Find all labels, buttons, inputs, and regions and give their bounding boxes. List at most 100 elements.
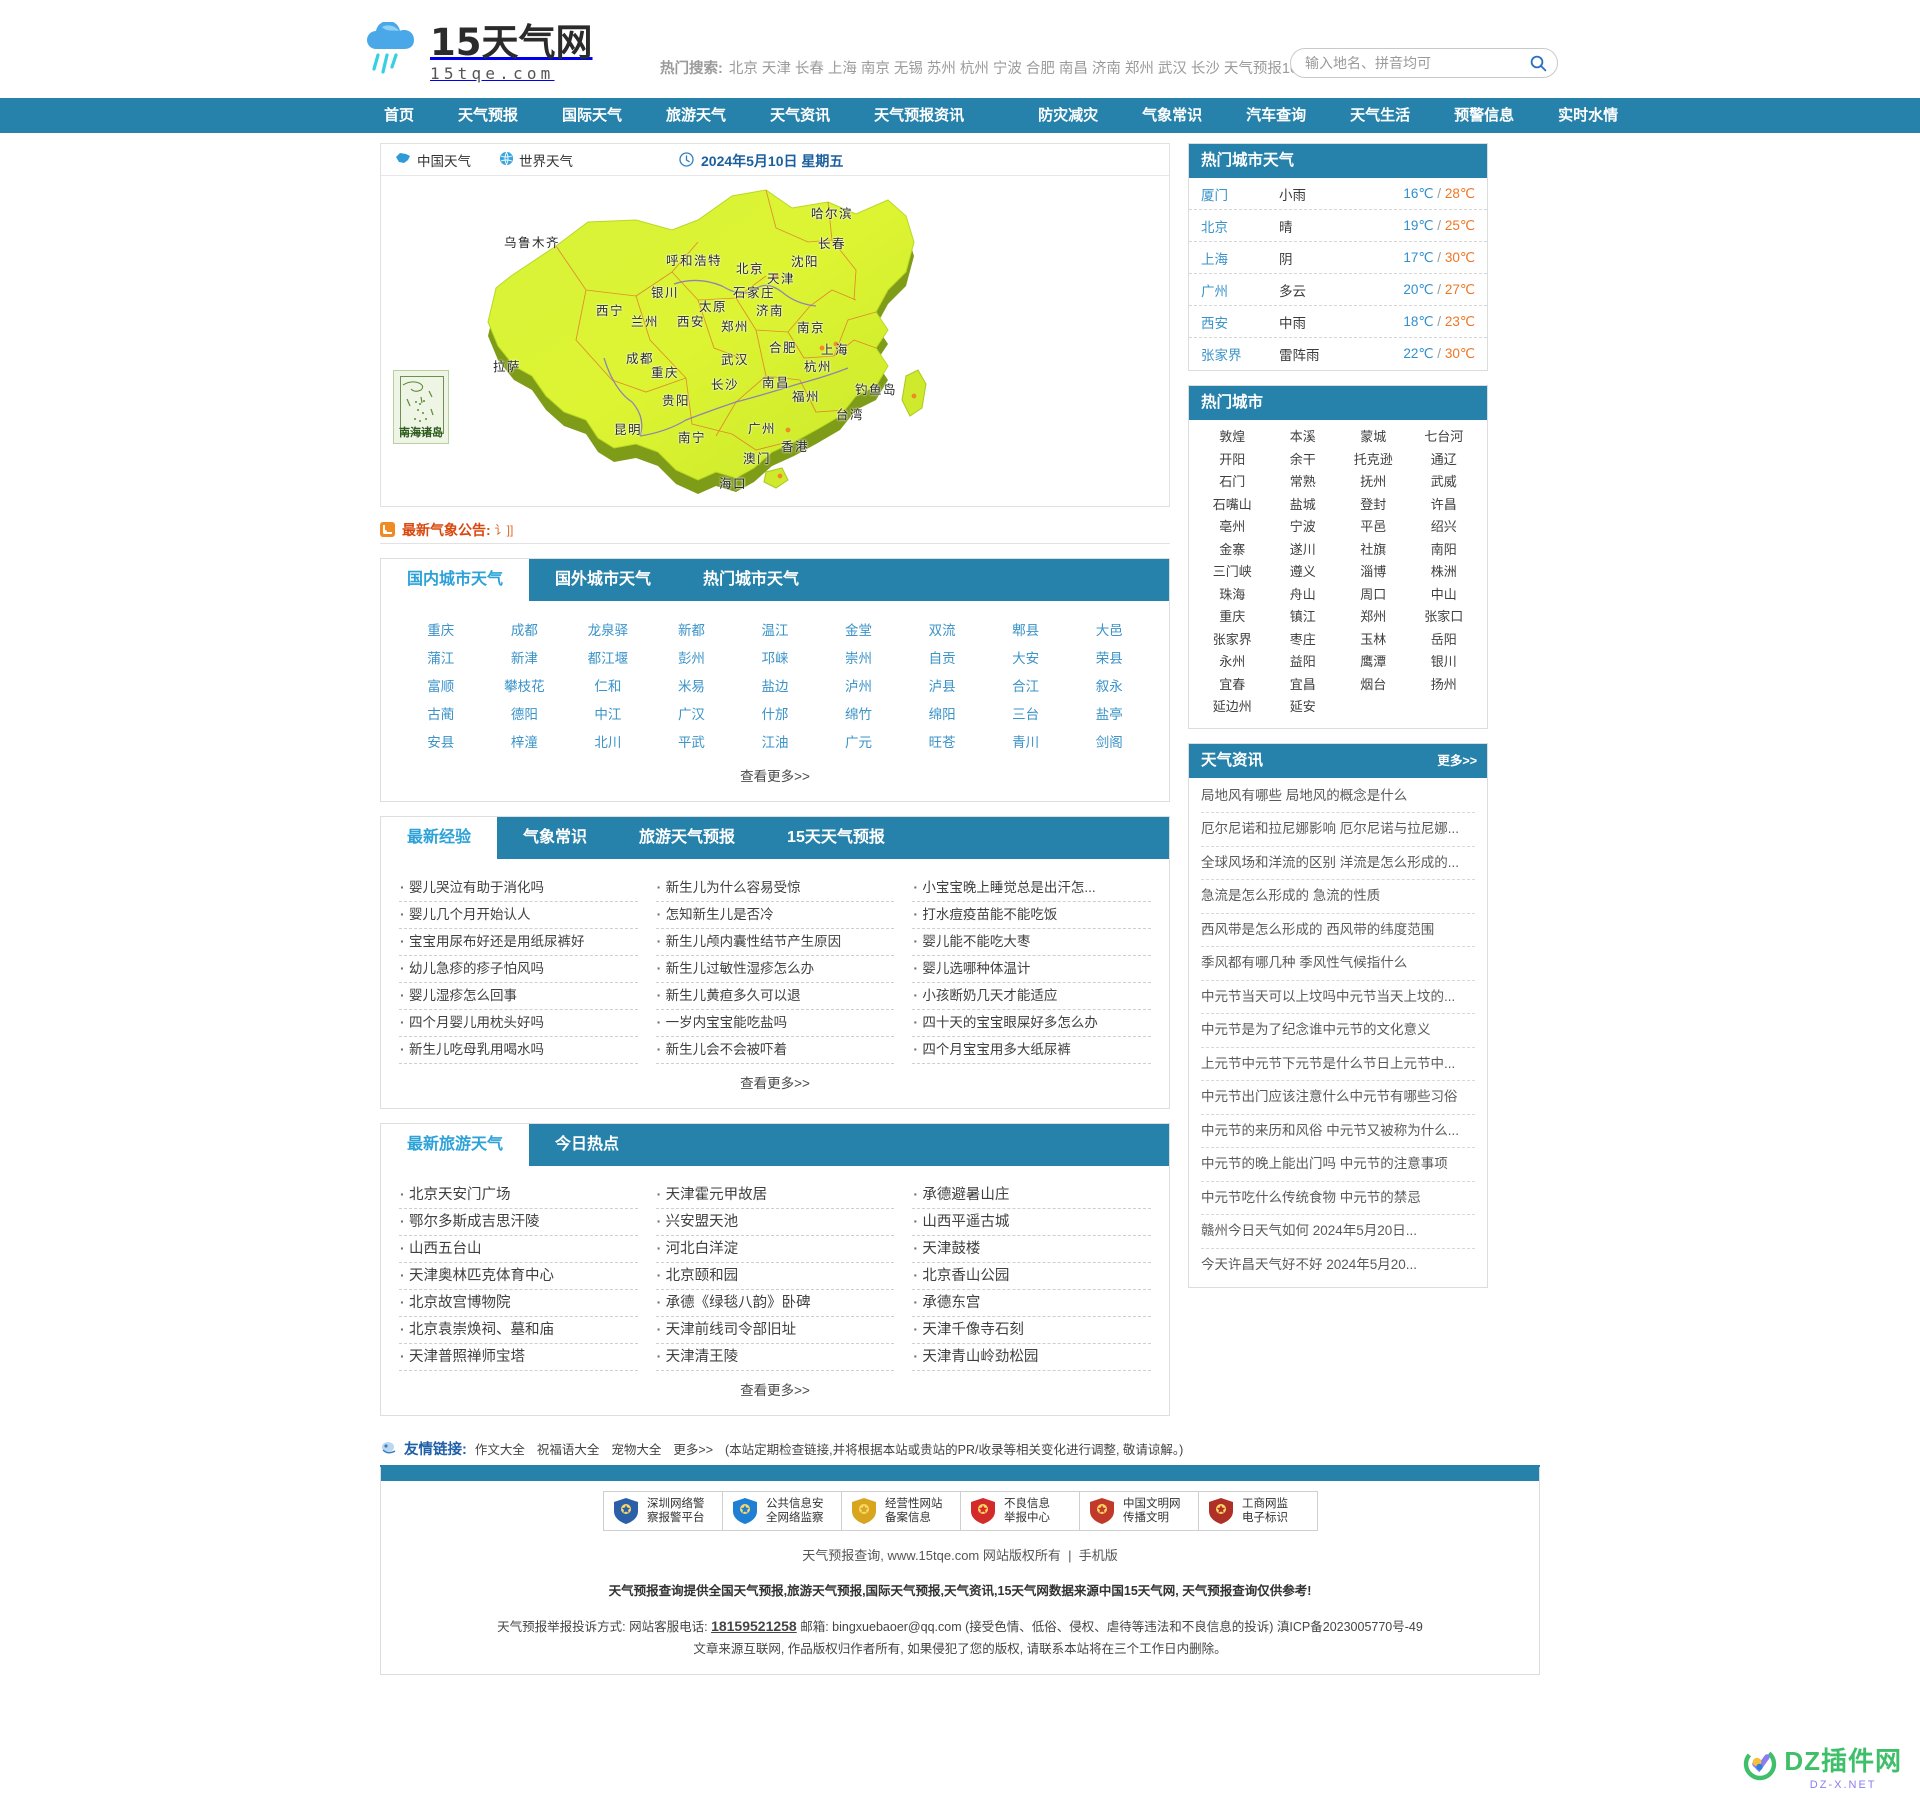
map-city-label[interactable]: 银川 [651,282,679,301]
experience-item[interactable]: 婴儿选哪种体温计 [912,956,1151,983]
travel-item[interactable]: 承德《绿毯八韵》卧碑 [655,1290,895,1317]
city-link[interactable]: 仁和 [566,673,650,701]
map-city-label[interactable]: 南昌 [762,372,790,391]
friend-link[interactable]: 作文大全 [475,1443,525,1457]
weather-news-item[interactable]: 中元节当天可以上坟吗中元节当天上坟的... [1201,981,1475,1014]
hot-city-link[interactable]: 开阳 [1197,449,1268,472]
hot-weather-city[interactable]: 北京 [1201,216,1279,236]
hot-search-item[interactable]: 郑州 [1125,61,1154,77]
city-link[interactable]: 温江 [733,617,817,645]
travel-item[interactable]: 天津鼓楼 [912,1236,1151,1263]
tab-experience-3[interactable]: 15天天气预报 [761,817,911,859]
hot-city-link[interactable]: 绍兴 [1409,516,1480,539]
experience-item[interactable]: 新生儿黄疸多久可以退 [655,983,895,1010]
weather-news-item[interactable]: 中元节吃什么传统食物 中元节的禁忌 [1201,1182,1475,1215]
experience-item[interactable]: 新生儿过敏性湿疹怎么办 [655,956,895,983]
hot-city-link[interactable]: 镇江 [1268,606,1339,629]
city-link[interactable]: 北川 [566,729,650,757]
city-link[interactable]: 邛崃 [733,645,817,673]
nav-item-3[interactable]: 旅游天气 [644,98,748,133]
map-city-label[interactable]: 重庆 [651,362,679,381]
hot-city-link[interactable]: 舟山 [1268,584,1339,607]
city-link[interactable]: 龙泉驿 [566,617,650,645]
experience-item[interactable]: 婴儿能不能吃大枣 [912,929,1151,956]
city-link[interactable]: 彭州 [650,645,734,673]
hot-search-item[interactable]: 长沙 [1191,61,1220,77]
hot-city-link[interactable]: 延边州 [1197,696,1268,719]
tab-experience-0[interactable]: 最新经验 [381,817,498,859]
city-link[interactable]: 盐边 [733,673,817,701]
tab-city-2[interactable]: 热门城市天气 [677,559,825,601]
city-link[interactable]: 德阳 [483,701,567,729]
weather-news-item[interactable]: 今天许昌天气好不好 2024年5月20... [1201,1249,1475,1282]
hot-search-item[interactable]: 武汉 [1158,61,1187,77]
hot-city-link[interactable]: 托克逊 [1338,449,1409,472]
map-city-label[interactable]: 钓鱼岛 [855,379,897,398]
hot-city-link[interactable]: 银川 [1409,651,1480,674]
hot-city-link[interactable]: 重庆 [1197,606,1268,629]
friend-link[interactable]: 宠物大全 [611,1443,661,1457]
map-city-label[interactable]: 哈尔滨 [811,203,853,222]
hot-search-item[interactable]: 合肥 [1026,61,1055,77]
map-city-label[interactable]: 长沙 [711,374,739,393]
hot-search-item[interactable]: 无锡 [894,61,923,77]
experience-item[interactable]: 新生儿为什么容易受惊 [655,875,895,902]
hot-city-link[interactable]: 通辽 [1409,449,1480,472]
hot-city-link[interactable]: 鹰潭 [1338,651,1409,674]
hot-city-link[interactable]: 中山 [1409,584,1480,607]
hot-city-link[interactable]: 珠海 [1197,584,1268,607]
city-link[interactable]: 米易 [650,673,734,701]
nanhai-islands-inset[interactable]: 南海诸岛 [393,370,449,444]
experience-item[interactable]: 打水痘疫苗能不能吃饭 [912,902,1151,929]
tab-travel-0[interactable]: 最新旅游天气 [381,1124,530,1166]
hot-city-link[interactable]: 周口 [1338,584,1409,607]
weather-news-item[interactable]: 厄尔尼诺和拉尼娜影响 厄尔尼诺与拉尼娜... [1201,813,1475,847]
weather-news-item[interactable]: 急流是怎么形成的 急流的性质 [1201,880,1475,914]
map-city-label[interactable]: 杭州 [804,356,832,375]
hot-city-link[interactable]: 平邑 [1338,516,1409,539]
travel-item[interactable]: 天津霍元甲故居 [655,1182,895,1209]
city-link[interactable]: 荣县 [1067,645,1151,673]
weather-news-item[interactable]: 上元节中元节下元节是什么节日上元节中... [1201,1048,1475,1081]
experience-item[interactable]: 小宝宝晚上睡觉总是出汗怎... [912,875,1151,902]
tab-experience-1[interactable]: 气象常识 [497,817,613,859]
tab-china-weather[interactable]: 中国天气 [395,150,471,170]
search-button[interactable] [1519,49,1557,77]
city-link[interactable]: 大安 [984,645,1068,673]
nav-item-11[interactable]: 实时水情 [1536,98,1640,133]
hot-search-item[interactable]: 北京 [729,61,758,77]
travel-item[interactable]: 天津千像寺石刻 [912,1317,1151,1344]
search-box[interactable] [1290,48,1558,78]
city-link[interactable]: 重庆 [399,617,483,645]
city-link[interactable]: 青川 [984,729,1068,757]
experience-item[interactable]: 新生儿颅内囊性结节产生原因 [655,929,895,956]
weather-news-item[interactable]: 中元节是为了纪念谁中元节的文化意义 [1201,1014,1475,1048]
hot-city-link[interactable]: 宜春 [1197,674,1268,697]
city-link[interactable]: 攀枝花 [483,673,567,701]
experience-item[interactable]: 幼儿急疹的疹子怕风吗 [399,956,638,983]
weather-news-item[interactable]: 西风带是怎么形成的 西风带的纬度范围 [1201,914,1475,947]
city-link[interactable]: 成都 [483,617,567,645]
hot-city-link[interactable]: 烟台 [1338,674,1409,697]
city-link[interactable]: 盐亭 [1067,701,1151,729]
map-city-label[interactable]: 福州 [792,386,820,405]
hot-city-link[interactable]: 扬州 [1409,674,1480,697]
hot-city-link[interactable]: 张家界 [1197,629,1268,652]
city-link[interactable]: 都江堰 [566,645,650,673]
map-city-label[interactable]: 济南 [756,300,784,319]
travel-more-link[interactable]: 查看更多>> [399,1379,1151,1399]
hot-city-link[interactable]: 金寨 [1197,539,1268,562]
map-city-label[interactable]: 石家庄 [733,282,775,301]
weather-news-item[interactable]: 季风都有哪几种 季风性气候指什么 [1201,947,1475,981]
map-city-label[interactable]: 昆明 [614,419,642,438]
hot-city-link[interactable]: 社旗 [1338,539,1409,562]
map-city-label[interactable]: 香港 [781,436,809,455]
hot-city-link[interactable]: 常熟 [1268,471,1339,494]
travel-item[interactable]: 河北白洋淀 [655,1236,895,1263]
map-city-label[interactable]: 乌鲁木齐 [504,232,560,251]
hot-city-link[interactable]: 石嘴山 [1197,494,1268,517]
travel-item[interactable]: 鄂尔多斯成吉思汗陵 [399,1209,638,1236]
hot-city-link[interactable]: 益阳 [1268,651,1339,674]
hot-weather-city[interactable]: 上海 [1201,248,1279,268]
city-link[interactable]: 什邡 [733,701,817,729]
